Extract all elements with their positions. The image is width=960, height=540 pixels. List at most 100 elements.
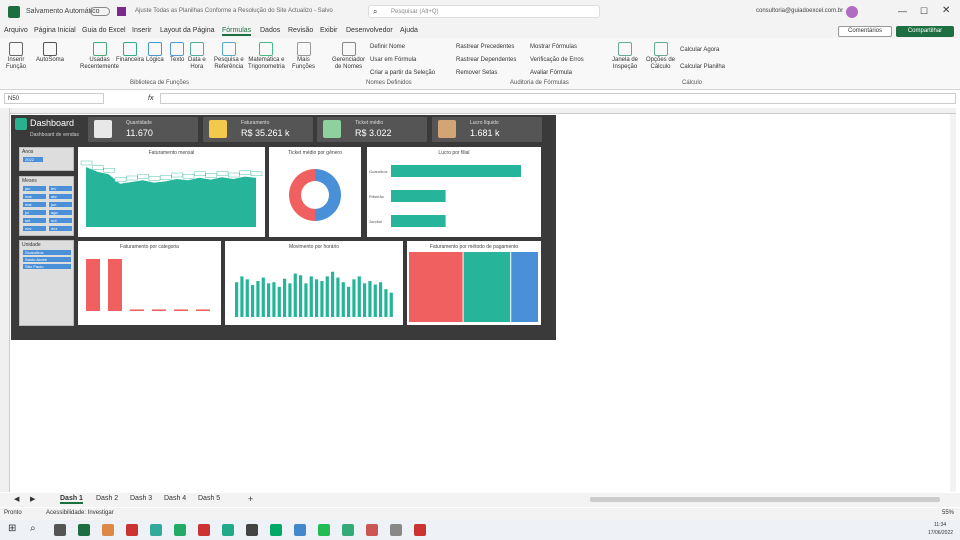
slicer-item[interactable]: ago	[49, 210, 72, 215]
slicer-item[interactable]: out	[49, 218, 72, 223]
slicer-item[interactable]: Guarulhos	[23, 250, 71, 255]
data-label	[194, 171, 206, 176]
menu-arquivo[interactable]: Arquivo	[4, 27, 28, 34]
slicer-item[interactable]: Santo André	[23, 257, 71, 262]
menu-ajuda[interactable]: Ajuda	[400, 27, 418, 34]
menu-revisão[interactable]: Revisão	[288, 27, 313, 34]
taskbar-app-icon[interactable]	[318, 524, 330, 536]
slicer-item[interactable]: São Paulo	[23, 264, 71, 269]
menu-guia-do-excel[interactable]: Guia do Excel	[82, 27, 126, 34]
ribbon-small-button[interactable]: Mostrar Fórmulas	[530, 44, 577, 50]
ribbon-small-button[interactable]: Remover Setas	[456, 70, 497, 76]
function-icon	[92, 42, 107, 56]
next-sheet-icon[interactable]: ▶	[30, 495, 35, 503]
share-button[interactable]: Compartilhar	[896, 26, 954, 37]
ribbon-small-button[interactable]: Rastrear Precedentes	[456, 44, 514, 50]
menu-fórmulas[interactable]: Fórmulas	[222, 27, 252, 36]
taskbar-app-icon[interactable]	[102, 524, 114, 536]
bar	[379, 282, 383, 317]
fx-icon[interactable]: fx	[148, 95, 153, 102]
ribbon-data e-button[interactable]: Data e Hora	[188, 42, 206, 71]
slicer-item[interactable]: mar	[23, 194, 46, 199]
slicer-item[interactable]: jan	[23, 186, 46, 191]
slicer-item[interactable]: abr	[49, 194, 72, 199]
slicer-item[interactable]: nov	[23, 226, 46, 231]
taskbar-app-icon[interactable]	[54, 524, 66, 536]
menu-página-inicial[interactable]: Página Inicial	[34, 27, 76, 34]
taskbar-app-icon[interactable]	[366, 524, 378, 536]
taskbar-app-icon[interactable]	[222, 524, 234, 536]
ribbon-autosoma-button[interactable]: AutoSoma	[36, 42, 64, 64]
slicer-item[interactable]: jun	[49, 202, 72, 207]
ribbon-opções de-button[interactable]: Opções de Cálculo	[646, 42, 675, 71]
search-icon[interactable]: ⌕	[30, 523, 36, 534]
menu-dados[interactable]: Dados	[260, 27, 280, 34]
slicer-item[interactable]: 2022	[23, 157, 43, 162]
windows-icon[interactable]: ⊞	[8, 523, 16, 534]
ribbon-small-button[interactable]: Rastrear Dependentes	[456, 57, 516, 63]
sheet-tab[interactable]: Dash 4	[164, 495, 186, 502]
menu-inserir[interactable]: Inserir	[132, 27, 151, 34]
sheet-tab[interactable]: Dash 5	[198, 495, 220, 502]
taskbar-app-icon[interactable]	[174, 524, 186, 536]
slicer-item[interactable]: mai	[23, 202, 46, 207]
ribbon-small-button[interactable]: Usar em Fórmula	[370, 57, 416, 63]
taskbar-app-icon[interactable]	[342, 524, 354, 536]
ribbon-financeira-button[interactable]: Financeira	[116, 42, 144, 64]
save-icon[interactable]	[117, 7, 126, 16]
taskbar-app-icon[interactable]	[414, 524, 426, 536]
ribbon-small-button[interactable]: Calcular Agora	[680, 47, 719, 53]
menu-exibir[interactable]: Exibir	[320, 27, 338, 34]
user-email: consultoria@guiadoexcel.com.br	[756, 8, 844, 14]
name-box[interactable]: N50	[4, 93, 104, 104]
ribbon-small-button[interactable]: Verificação de Erros	[530, 57, 584, 63]
ribbon-inserir-button[interactable]: Inserir Função	[6, 42, 26, 71]
ribbon-small-button[interactable]: Calcular Planilha	[680, 64, 725, 70]
slicer-item[interactable]: jul	[23, 210, 46, 215]
ribbon-gerenciador-button[interactable]: Gerenciador de Nomes	[332, 42, 365, 71]
maximize-icon[interactable]: ☐	[920, 6, 928, 17]
chart-title: Faturamento por método de pagamento	[429, 244, 519, 250]
taskbar-app-icon[interactable]	[390, 524, 402, 536]
minimize-icon[interactable]: —	[898, 6, 907, 16]
vertical-scrollbar[interactable]	[950, 114, 956, 492]
taskbar-app-icon[interactable]	[294, 524, 306, 536]
autosave-toggle[interactable]	[90, 7, 110, 16]
sheet-tab[interactable]: Dash 3	[130, 495, 152, 502]
search-input[interactable]: ⌕ Pesquisar (Alt+Q)	[368, 5, 600, 18]
taskbar-app-icon[interactable]	[126, 524, 138, 536]
comments-button[interactable]: Comentários	[838, 26, 892, 37]
ribbon-mais-button[interactable]: Mais Funções	[292, 42, 315, 71]
horizontal-scrollbar[interactable]	[590, 497, 940, 502]
formula-input[interactable]	[160, 93, 956, 104]
taskbar-app-icon[interactable]	[78, 524, 90, 536]
accessibility-status[interactable]: Acessibilidade: Investigar	[46, 510, 114, 516]
close-icon[interactable]: ✕	[942, 5, 950, 16]
ribbon-texto-button[interactable]: Texto	[170, 42, 184, 64]
chart-title: Lucro por filial	[438, 150, 470, 156]
ribbon-janela de-button[interactable]: Janela de Inspeção	[612, 42, 638, 71]
sheet-tab[interactable]: Dash 2	[96, 495, 118, 502]
ribbon-pesquisa e-button[interactable]: Pesquisa e Referência	[214, 42, 244, 71]
slicer-item[interactable]: fev	[49, 186, 72, 191]
add-sheet-icon[interactable]: +	[248, 494, 253, 504]
ribbon-small-button[interactable]: Criar a partir da Seleção	[370, 70, 435, 76]
ribbon-small-button[interactable]: Avaliar Fórmula	[530, 70, 572, 76]
menu-layout-da-página[interactable]: Layout da Página	[160, 27, 215, 34]
zoom-level[interactable]: 55%	[942, 510, 954, 516]
prev-sheet-icon[interactable]: ◀	[14, 495, 19, 503]
taskbar-app-icon[interactable]	[150, 524, 162, 536]
ribbon-small-button[interactable]: Definir Nome	[370, 44, 405, 50]
slicer-item[interactable]: set	[23, 218, 46, 223]
avatar[interactable]	[846, 6, 858, 18]
data-label	[250, 171, 263, 176]
taskbar-app-icon[interactable]	[270, 524, 282, 536]
menu-desenvolvedor[interactable]: Desenvolvedor	[346, 27, 393, 34]
taskbar-app-icon[interactable]	[198, 524, 210, 536]
slicer-item[interactable]: dez	[49, 226, 72, 231]
ribbon-matemática e-button[interactable]: Matemática e Trigonometria	[248, 42, 285, 71]
ribbon-usadas-button[interactable]: Usadas Recentemente	[80, 42, 119, 71]
ribbon-lógica-button[interactable]: Lógica	[146, 42, 164, 64]
taskbar-app-icon[interactable]	[246, 524, 258, 536]
sheet-tab[interactable]: Dash 1	[60, 495, 83, 504]
